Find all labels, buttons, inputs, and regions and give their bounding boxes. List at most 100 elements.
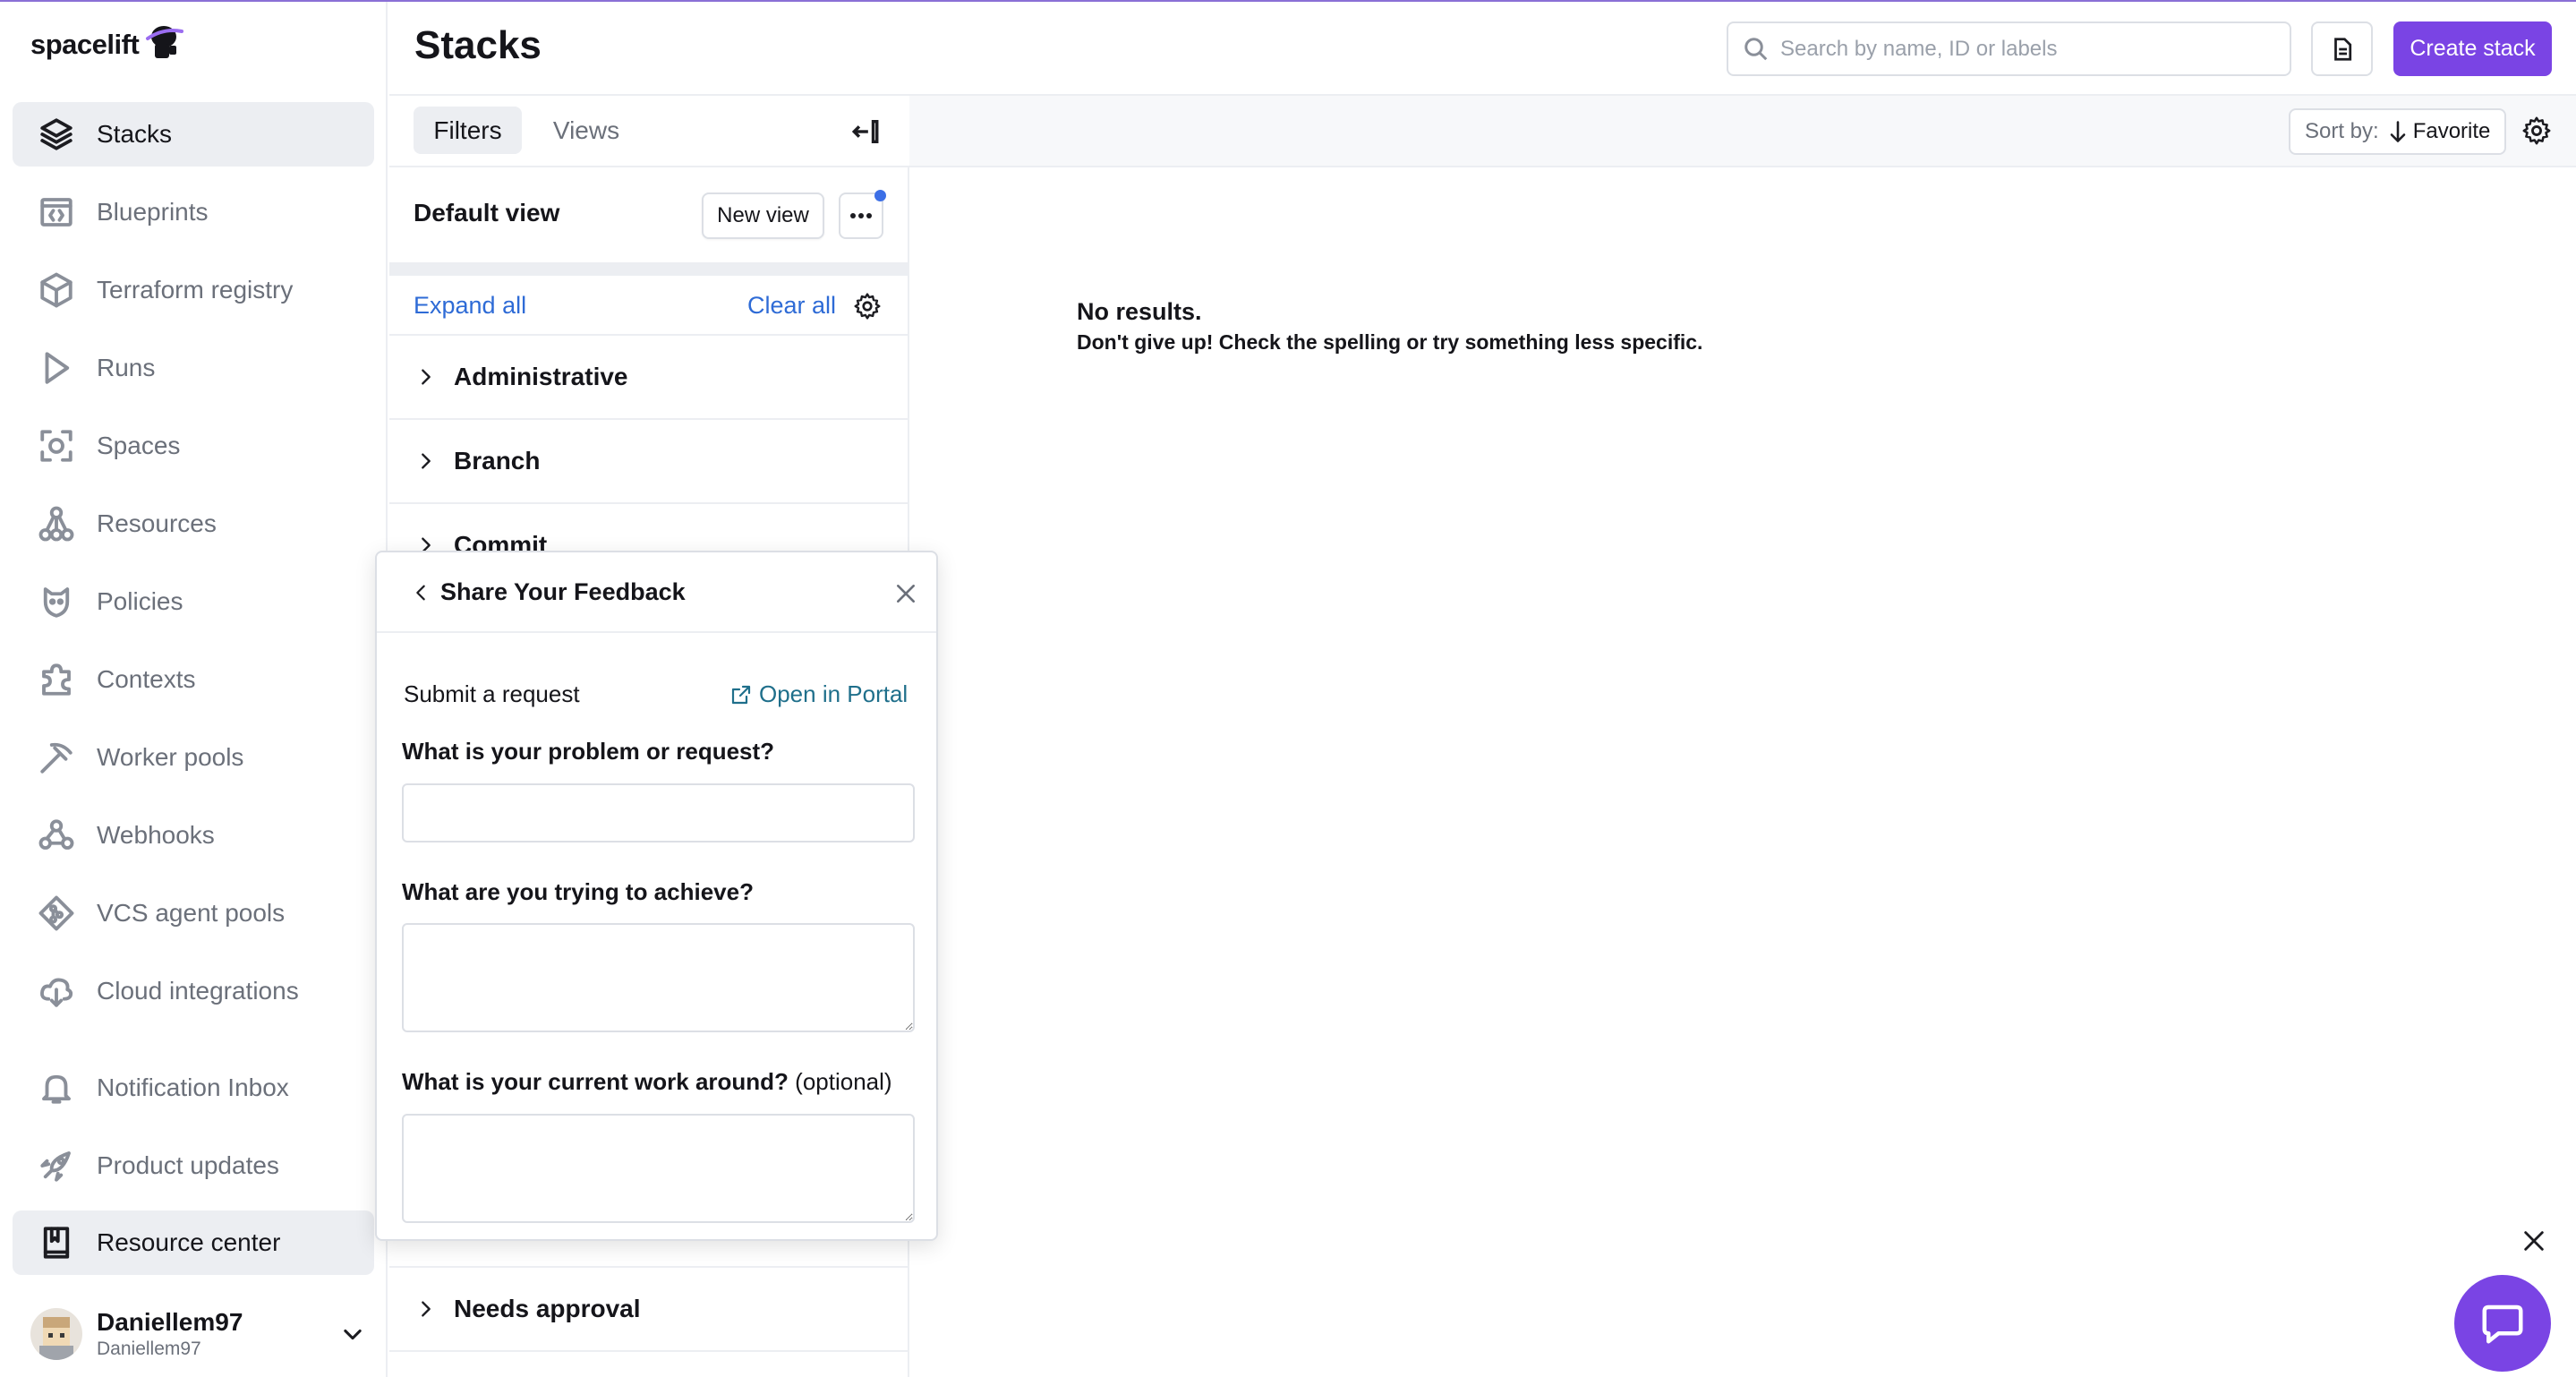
sidebar-item-label: Contexts	[97, 665, 196, 693]
tab-views[interactable]: Views	[542, 107, 631, 154]
collapse-panel-icon[interactable]	[850, 116, 881, 147]
section-divider	[389, 262, 909, 276]
notification-dot	[874, 190, 886, 201]
submit-request-label: Submit a request	[404, 680, 580, 707]
sort-label: Sort by:	[2305, 119, 2379, 143]
sidebar-item-runs[interactable]: Runs	[13, 336, 374, 400]
spacelift-logo[interactable]: spacelift	[30, 18, 187, 72]
sort-dropdown[interactable]: Sort by: Favorite	[2289, 108, 2506, 155]
expand-all-link[interactable]: Expand all	[414, 292, 526, 320]
sidebar-item-label: Blueprints	[97, 198, 209, 226]
problem-input[interactable]	[402, 783, 915, 842]
workaround-question-text: What is your current work around?	[402, 1068, 789, 1095]
sidebar-item-label: Terraform registry	[97, 276, 294, 304]
feedback-popover: Share Your Feedback Submit a request Ope…	[375, 551, 938, 1241]
user-name: Daniellem97	[97, 1308, 243, 1336]
default-view-title: Default view	[414, 199, 560, 227]
sidebar-item-label: Policies	[97, 587, 183, 615]
sidebar-item-label: Spaces	[97, 432, 181, 459]
search-input[interactable]	[1780, 36, 2282, 62]
filter-label: Needs approval	[454, 1295, 641, 1322]
sidebar-item-terraform-registry[interactable]: Terraform registry	[13, 258, 374, 322]
sidebar-item-resources[interactable]: Resources	[13, 492, 374, 556]
filter-row-needs-approval[interactable]: Needs approval	[389, 1266, 909, 1350]
empty-state-title: No results.	[1077, 298, 1202, 325]
arrow-down-icon	[2390, 121, 2405, 142]
documentation-button[interactable]	[2311, 21, 2373, 76]
chat-launcher-button[interactable]	[2454, 1275, 2551, 1372]
book-icon	[37, 1223, 76, 1262]
open-in-portal-link[interactable]: Open in Portal	[730, 680, 908, 708]
close-icon[interactable]	[894, 582, 917, 605]
document-icon	[2333, 37, 2351, 61]
sidebar-item-label: VCS agent pools	[97, 899, 286, 927]
sidebar-item-label: Worker pools	[97, 743, 244, 771]
sidebar-item-label: Webhooks	[97, 821, 215, 849]
sidebar-item-cloud-integrations[interactable]: Cloud integrations	[13, 959, 374, 1023]
empty-state-message: Don't give up! Check the spelling or try…	[1077, 330, 1703, 354]
chevron-right-icon	[422, 453, 431, 469]
sidebar-item-blueprints[interactable]: Blueprints	[13, 180, 374, 244]
webhook-icon	[37, 816, 76, 855]
avatar	[30, 1308, 82, 1360]
sidebar-item-stacks[interactable]: Stacks	[13, 102, 374, 167]
filter-settings-gear-icon[interactable]	[853, 292, 882, 321]
sidebar-item-notification-inbox[interactable]: Notification Inbox	[13, 1056, 374, 1120]
sidebar-item-label: Stacks	[97, 120, 173, 148]
filter-label: Branch	[454, 447, 541, 475]
spaces-icon	[37, 426, 76, 466]
external-link-icon	[731, 685, 751, 704]
chevron-down-icon[interactable]	[340, 1321, 365, 1347]
workaround-question-label: What is your current work around? (optio…	[402, 1068, 892, 1096]
sidebar-item-webhooks[interactable]: Webhooks	[13, 803, 374, 868]
filter-label: Administrative	[454, 363, 628, 390]
filter-row-administrative[interactable]: Administrative	[389, 334, 909, 418]
layers-icon	[37, 115, 76, 154]
sidebar-item-label: Resource center	[97, 1228, 281, 1256]
resources-icon	[37, 504, 76, 543]
ellipsis-icon	[850, 213, 872, 218]
back-chevron-icon[interactable]	[411, 582, 431, 603]
goal-question-label: What are you trying to achieve?	[402, 878, 754, 905]
new-view-button[interactable]: New view	[702, 192, 824, 239]
sidebar-item-contexts[interactable]: Contexts	[13, 647, 374, 712]
user-menu[interactable]: Daniellem97 Daniellem97	[30, 1298, 371, 1370]
gear-icon[interactable]	[2521, 115, 2552, 146]
workaround-textarea[interactable]	[402, 1114, 915, 1223]
sidebar: spacelift Stacks Blueprints Terraform re…	[0, 2, 388, 1377]
pickaxe-icon	[37, 738, 76, 777]
sidebar-item-product-updates[interactable]: Product updates	[13, 1133, 374, 1198]
bell-icon	[37, 1068, 76, 1108]
problem-question-label: What is your problem or request?	[402, 738, 775, 765]
search-icon	[1744, 37, 1768, 60]
user-handle: Daniellem97	[97, 1339, 201, 1359]
chevron-right-icon	[422, 369, 431, 385]
page-title: Stacks	[414, 23, 542, 67]
sidebar-item-label: Product updates	[97, 1151, 279, 1179]
dismiss-chat-close-icon[interactable]	[2521, 1228, 2546, 1253]
sidebar-item-label: Runs	[97, 354, 156, 381]
logo-text: spacelift	[30, 29, 140, 60]
search-box[interactable]	[1727, 21, 2291, 76]
sidebar-item-resource-center[interactable]: Resource center	[13, 1210, 374, 1275]
chevron-right-icon	[422, 1301, 431, 1317]
sidebar-item-worker-pools[interactable]: Worker pools	[13, 725, 374, 790]
cube-icon	[37, 270, 76, 310]
rocket-icon	[37, 1146, 76, 1185]
sidebar-item-vcs-agent-pools[interactable]: VCS agent pools	[13, 881, 374, 945]
sidebar-item-spaces[interactable]: Spaces	[13, 414, 374, 478]
sidebar-item-label: Notification Inbox	[97, 1073, 289, 1101]
play-icon	[37, 348, 76, 388]
clear-all-link[interactable]: Clear all	[747, 292, 836, 320]
tab-filters[interactable]: Filters	[414, 107, 522, 154]
goal-textarea[interactable]	[402, 923, 915, 1032]
create-stack-button[interactable]: Create stack	[2393, 21, 2552, 76]
filter-row-branch[interactable]: Branch	[389, 418, 909, 502]
sidebar-item-policies[interactable]: Policies	[13, 569, 374, 634]
sidebar-item-label: Cloud integrations	[97, 977, 299, 1005]
chat-bubble-icon	[2482, 1304, 2523, 1344]
sort-value: Favorite	[2412, 119, 2491, 143]
cloud-icon	[37, 971, 76, 1011]
astronaut-logo-icon	[146, 26, 184, 58]
git-icon	[37, 894, 76, 933]
